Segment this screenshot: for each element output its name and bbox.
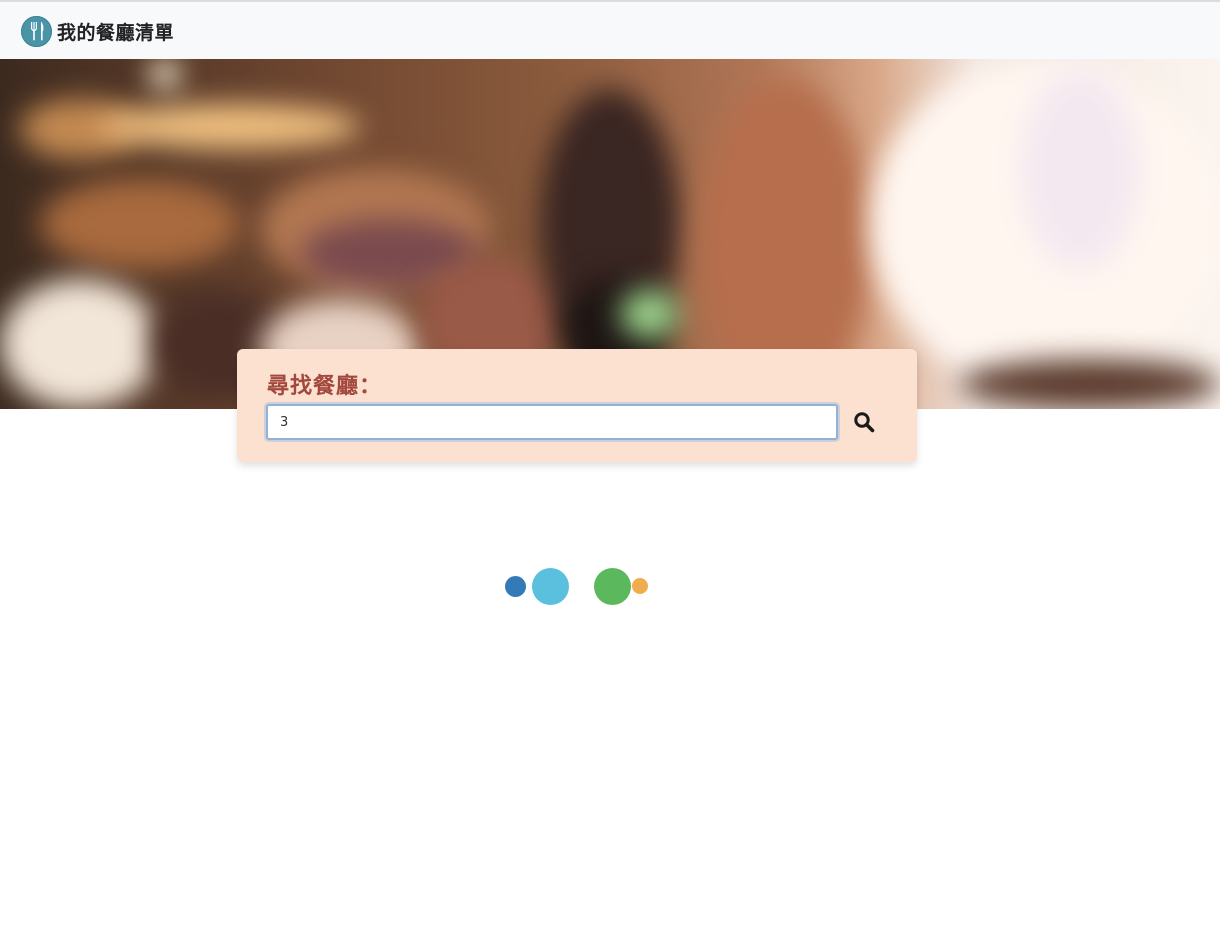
brand-title: 我的餐廳清單 — [57, 21, 175, 44]
brand-link[interactable]: 我的餐廳清單 — [21, 15, 174, 47]
search-button[interactable] — [849, 408, 879, 438]
loader-dot — [532, 568, 569, 605]
search-input[interactable] — [266, 404, 838, 440]
loader-dot — [594, 568, 631, 605]
search-title: 尋找餐廳： — [267, 374, 383, 399]
search-card: 尋找餐廳： — [237, 349, 917, 462]
loader-dot — [632, 578, 648, 594]
loading-indicator — [505, 568, 655, 606]
search-icon — [853, 411, 875, 436]
loader-dot — [505, 576, 526, 597]
fork-knife-icon — [21, 15, 52, 47]
navbar: 我的餐廳清單 — [0, 2, 1220, 59]
